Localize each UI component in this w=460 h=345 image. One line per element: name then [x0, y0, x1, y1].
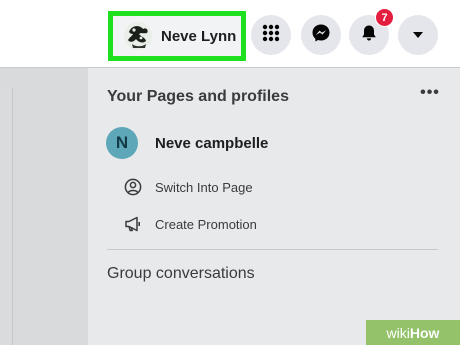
- left-sidebar-edge: [0, 88, 13, 345]
- topbar-divider: [0, 67, 460, 68]
- create-promotion-link[interactable]: Create Promotion: [123, 214, 257, 234]
- messenger-icon: [311, 23, 331, 48]
- profile-button[interactable]: Neve Lynn: [108, 11, 246, 61]
- page-name: Neve campbelle: [155, 134, 269, 152]
- switch-into-page-link[interactable]: Switch Into Page: [123, 177, 253, 197]
- create-promotion-label: Create Promotion: [155, 216, 257, 232]
- page-item-neve-campbelle[interactable]: N Neve campbelle: [106, 126, 268, 160]
- profile-avatar: [124, 22, 152, 50]
- caret-down-icon: [412, 26, 424, 44]
- more-options-button[interactable]: •••: [418, 85, 442, 106]
- profile-name: Neve Lynn: [161, 27, 237, 45]
- panel-title: Your Pages and profiles: [107, 88, 289, 105]
- wikihow-watermark: wiki How: [366, 320, 460, 345]
- account-menu-button[interactable]: [398, 15, 438, 55]
- switch-into-page-label: Switch Into Page: [155, 179, 253, 195]
- messenger-button[interactable]: [301, 15, 341, 55]
- menu-button[interactable]: [251, 15, 291, 55]
- panel-divider: [107, 249, 438, 250]
- notification-count-badge: 7: [375, 8, 394, 27]
- megaphone-icon: [123, 214, 143, 234]
- watermark-how: How: [409, 324, 440, 341]
- grid-menu-icon: [262, 24, 280, 47]
- switch-profile-icon: [123, 177, 143, 197]
- watermark-wiki: wiki: [386, 324, 410, 341]
- bell-icon: [360, 24, 378, 47]
- group-conversations-heading: Group conversations: [107, 265, 255, 282]
- pages-dropdown-panel: [88, 68, 460, 345]
- page-avatar: N: [106, 127, 138, 159]
